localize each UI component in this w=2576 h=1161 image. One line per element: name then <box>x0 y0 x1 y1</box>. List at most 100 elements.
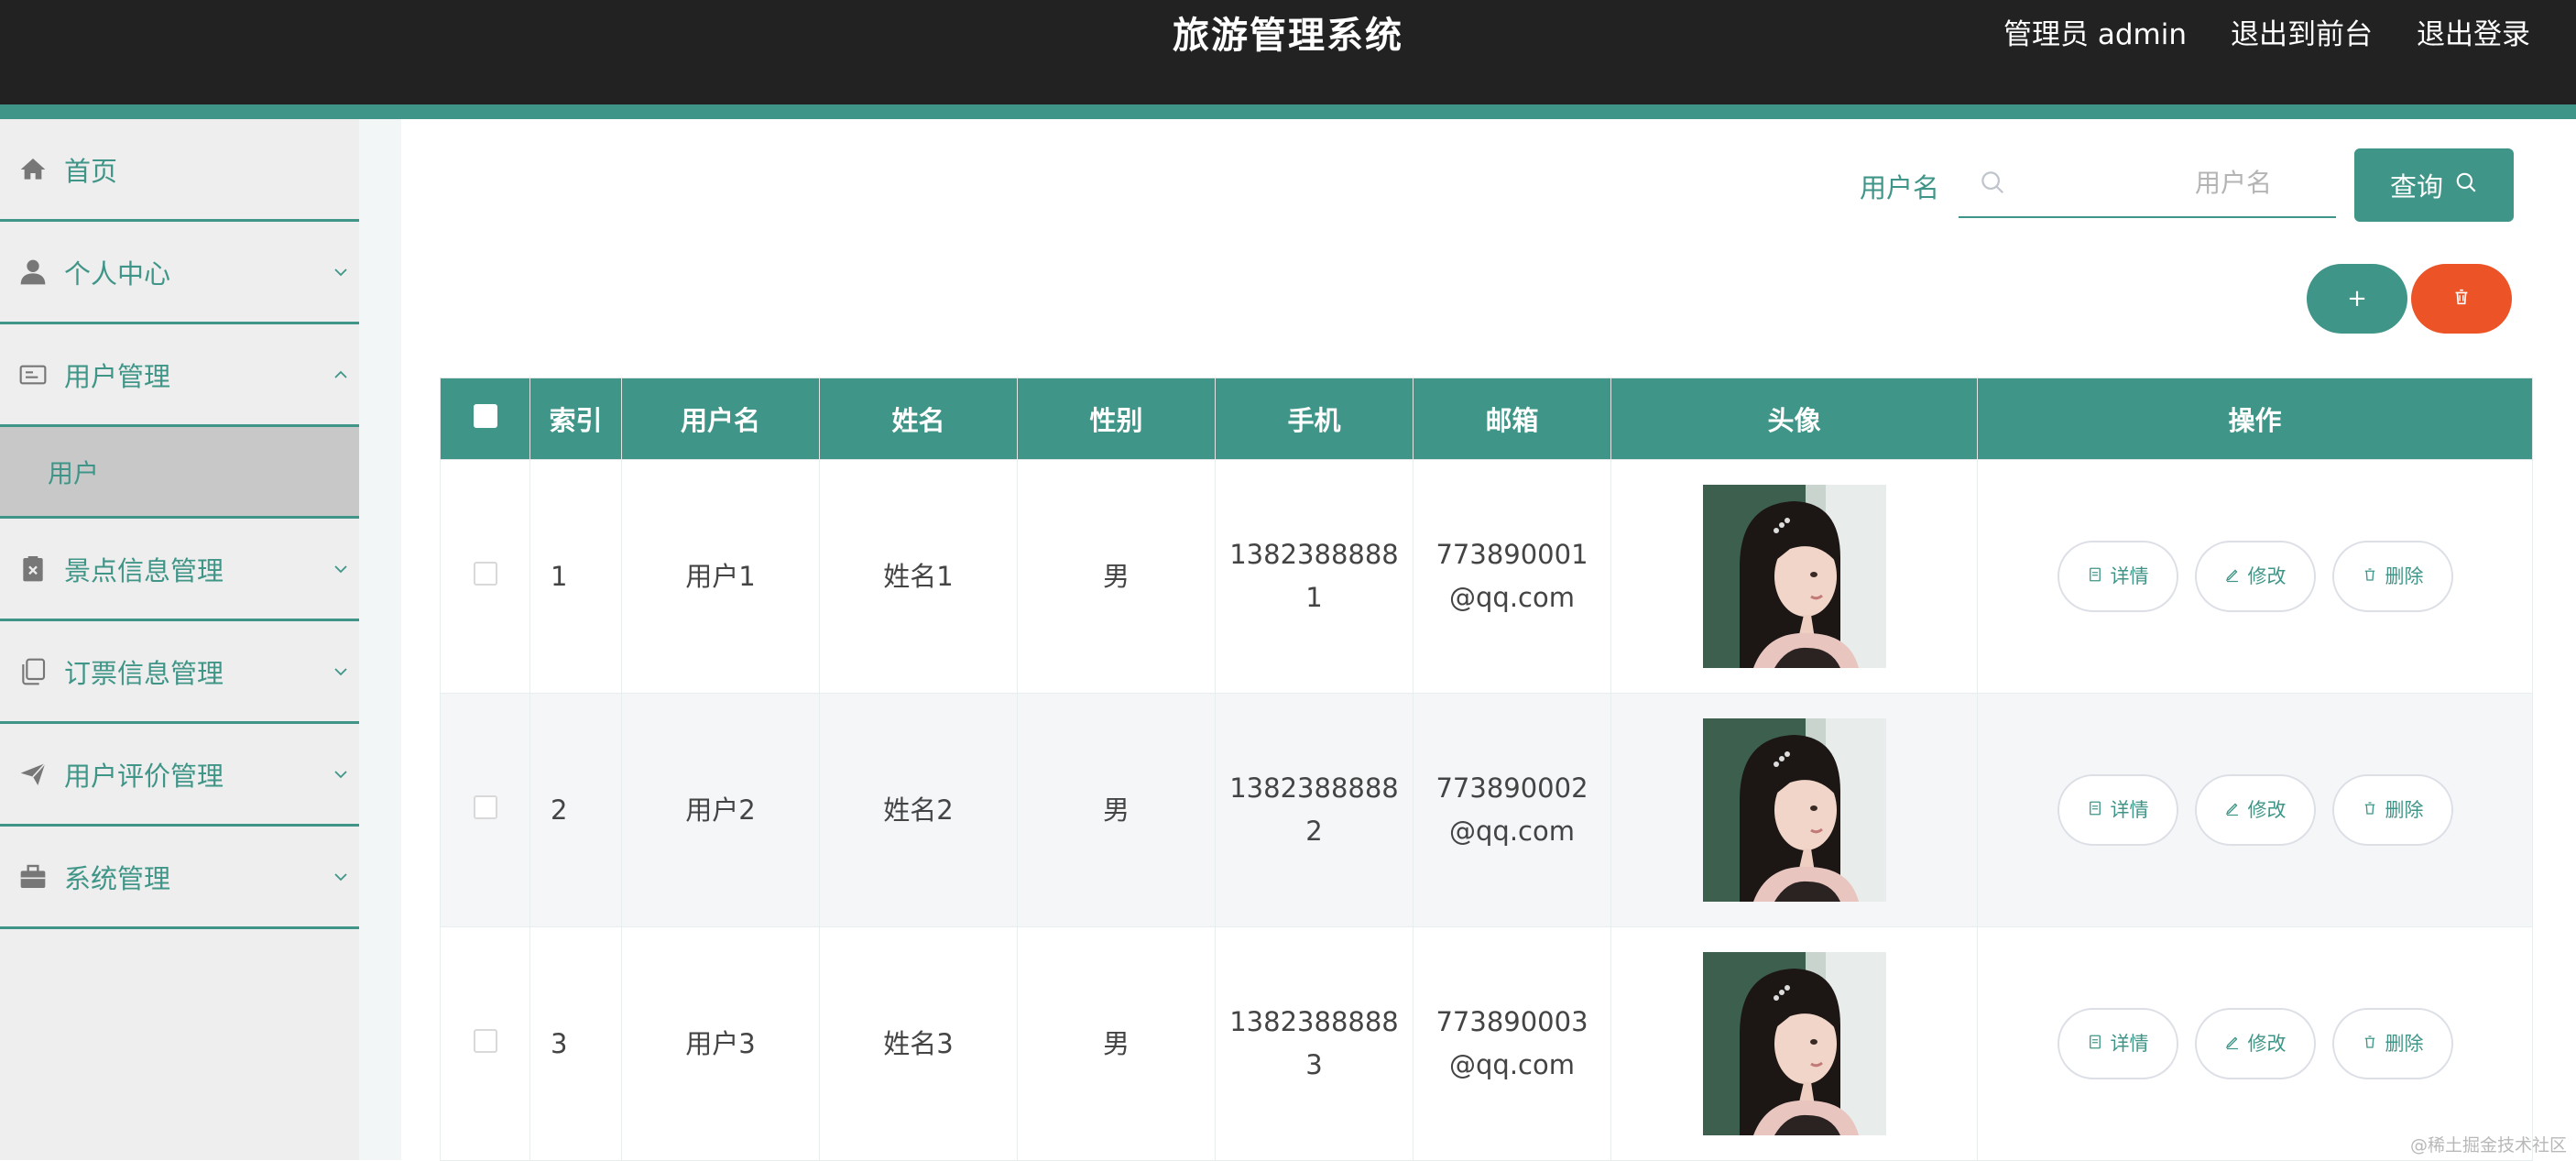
row-checkbox[interactable] <box>473 1028 497 1053</box>
edit-button[interactable]: 修改 <box>2194 541 2316 612</box>
phone-value: 13823888882 <box>1229 772 1399 847</box>
sidebar-item-home[interactable]: 首页 <box>0 119 359 222</box>
name-cell: 姓名2 <box>819 693 1018 927</box>
sidebar: 首页 个人中心 用户管理 用户 景点信息管理 订票信息管理 用户评价管理 系统管… <box>0 119 359 1160</box>
delete-button[interactable]: 删除 <box>2331 541 2453 612</box>
row-checkbox[interactable] <box>473 794 497 819</box>
search-field <box>1959 145 2336 218</box>
detail-button[interactable]: 详情 <box>2057 1008 2178 1079</box>
detail-label: 详情 <box>2110 798 2149 821</box>
avatar-cell <box>1610 459 1978 694</box>
home-icon <box>18 155 48 184</box>
row-checkbox[interactable] <box>473 561 497 586</box>
id-card-icon <box>18 360 48 389</box>
column-header: 性别 <box>1017 378 1216 460</box>
detail-label: 详情 <box>2110 564 2149 587</box>
sidebar-item-tickets[interactable]: 订票信息管理 <box>0 621 359 724</box>
index-cell: 3 <box>529 926 622 1161</box>
sidebar-item-label: 首页 <box>64 155 118 187</box>
row-actions: 详情 修改 删除 <box>1978 1008 2532 1079</box>
edit-icon <box>2224 1023 2241 1066</box>
sidebar-item-label: 用户评价管理 <box>64 760 224 792</box>
phone-value: 13823888881 <box>1229 539 1399 613</box>
row-actions: 详情 修改 删除 <box>1978 541 2532 612</box>
edit-label: 修改 <box>2247 798 2287 821</box>
gender-cell: 男 <box>1017 926 1216 1161</box>
chevron-down-icon <box>330 661 352 683</box>
exit-to-frontend-link[interactable]: 退出到前台 <box>2231 11 2373 52</box>
query-button[interactable]: 查询 <box>2354 148 2514 222</box>
index-cell: 2 <box>529 693 622 927</box>
row-select-cell <box>440 926 530 1161</box>
email-value: 773890002@qq.com <box>1435 772 1588 847</box>
sidebar-subitem-label: 用户 <box>48 457 100 488</box>
detail-button[interactable]: 详情 <box>2057 541 2178 612</box>
edit-icon <box>2224 555 2241 598</box>
table-row: 1 用户1 姓名1 男 13823888881 773890001@qq.com <box>440 459 2533 694</box>
sidebar-item-label: 景点信息管理 <box>64 554 224 586</box>
briefcase-icon <box>18 862 48 892</box>
logout-link[interactable]: 退出登录 <box>2417 11 2530 52</box>
search-input[interactable] <box>2023 163 2274 202</box>
edit-icon <box>2224 789 2241 832</box>
phone-cell: 13823888881 <box>1215 459 1414 694</box>
query-button-label: 查询 <box>2389 171 2443 203</box>
delete-button[interactable]: 删除 <box>2331 774 2453 846</box>
search-icon <box>1979 169 2006 196</box>
row-select-cell <box>440 459 530 694</box>
chevron-down-icon <box>330 763 352 785</box>
detail-button[interactable]: 详情 <box>2057 774 2178 846</box>
document-icon <box>2087 789 2103 832</box>
name-cell: 姓名3 <box>819 926 1018 1161</box>
column-header: 索引 <box>529 378 622 460</box>
detail-label: 详情 <box>2110 1032 2149 1055</box>
header-accent-bar <box>0 104 2576 119</box>
delete-label: 删除 <box>2385 1032 2424 1055</box>
email-cell: 773890001@qq.com <box>1413 459 1611 694</box>
select-all-header[interactable] <box>440 378 530 460</box>
email-cell: 773890003@qq.com <box>1413 926 1611 1161</box>
phone-cell: 13823888883 <box>1215 926 1414 1161</box>
edit-label: 修改 <box>2247 564 2287 587</box>
delete-label: 删除 <box>2385 564 2424 587</box>
avatar <box>1702 485 1886 668</box>
chevron-up-icon <box>330 364 352 386</box>
sidebar-item-personal-center[interactable]: 个人中心 <box>0 222 359 324</box>
document-icon <box>2087 555 2103 598</box>
user-icon <box>18 257 48 287</box>
phone-value: 13823888883 <box>1229 1006 1399 1080</box>
chevron-down-icon <box>330 558 352 580</box>
edit-button[interactable]: 修改 <box>2194 774 2316 846</box>
plus-icon: + <box>2347 285 2367 312</box>
admin-label: 管理员 admin <box>2003 18 2187 51</box>
table-row: 3 用户3 姓名3 男 13823888883 773890003@qq.com <box>440 926 2533 1161</box>
username-cell: 用户1 <box>621 459 820 694</box>
email-cell: 773890002@qq.com <box>1413 693 1611 927</box>
sidebar-item-label: 个人中心 <box>64 257 171 290</box>
watermark: @稀土掘金技术社区 <box>2409 1135 2567 1156</box>
edit-button[interactable]: 修改 <box>2194 1008 2316 1079</box>
batch-delete-button[interactable] <box>2411 264 2512 334</box>
sidebar-item-system[interactable]: 系统管理 <box>0 827 359 929</box>
column-header: 操作 <box>1977 378 2533 460</box>
main-content: 用户名 查询 + 索引 用户名 姓名 性别 <box>401 119 2576 1161</box>
delete-label: 删除 <box>2385 798 2424 821</box>
name-cell: 姓名1 <box>819 459 1018 694</box>
row-actions: 详情 修改 删除 <box>1978 774 2532 846</box>
select-all-checkbox[interactable] <box>473 404 497 428</box>
chevron-down-icon <box>330 866 352 888</box>
header-links: 管理员 admin 退出到前台 退出登录 <box>2003 11 2530 52</box>
sidebar-item-reviews[interactable]: 用户评价管理 <box>0 724 359 827</box>
gender-cell: 男 <box>1017 459 1216 694</box>
copy-icon <box>18 657 48 686</box>
sidebar-item-label: 系统管理 <box>64 862 171 894</box>
email-value: 773890003@qq.com <box>1435 1006 1588 1080</box>
sidebar-item-user-management[interactable]: 用户管理 <box>0 324 359 427</box>
table-row: 2 用户2 姓名2 男 13823888882 773890002@qq.com <box>440 693 2533 927</box>
trash-icon <box>2451 287 2472 311</box>
sidebar-subitem-users[interactable]: 用户 <box>0 427 359 519</box>
username-cell: 用户2 <box>621 693 820 927</box>
sidebar-item-attractions[interactable]: 景点信息管理 <box>0 519 359 621</box>
add-button[interactable]: + <box>2307 264 2407 334</box>
delete-button[interactable]: 删除 <box>2331 1008 2453 1079</box>
